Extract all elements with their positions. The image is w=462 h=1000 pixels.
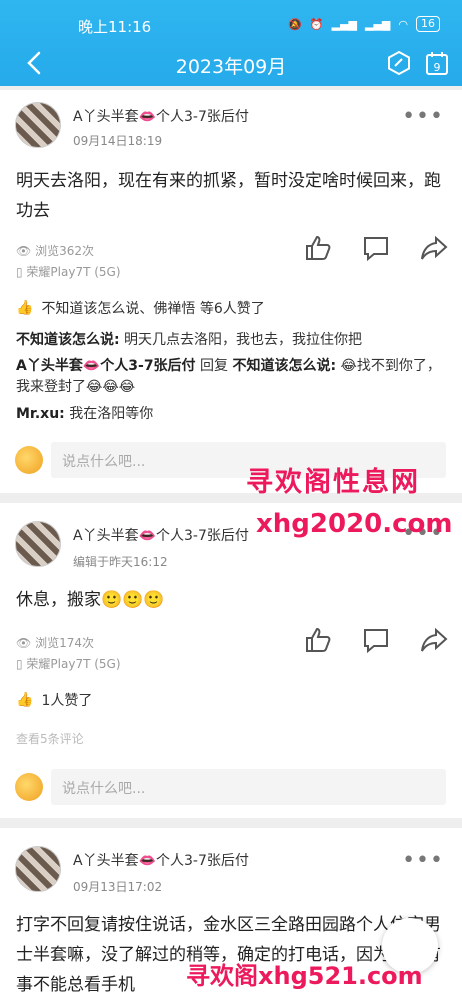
post-card: A丫头半套👄个人3-7张后付 09月14日18:19 ••• 明天去洛阳，现在有… — [0, 90, 462, 498]
share-icon[interactable] — [420, 627, 448, 653]
comment-input[interactable]: 说点什么吧... — [51, 769, 446, 805]
device-info: ▯ 荣耀Play7T (5G) — [16, 657, 121, 671]
svg-text:9: 9 — [434, 61, 441, 74]
comment-text: 明天几点去洛阳，我也去，我拉住你把 — [119, 332, 363, 348]
post-card: A丫头半套👄个人3-7张后付 编辑于昨天16:12 ••• 休息，搬家🙂🙂🙂 👁… — [0, 503, 462, 818]
more-options-icon[interactable]: ••• — [402, 848, 444, 873]
view-count: 👁 浏览362次 — [16, 244, 94, 258]
signal-icon: ▂▄▆ — [331, 17, 357, 31]
comment-reply-target[interactable]: 不知道该怎么说: — [232, 358, 336, 374]
my-avatar — [15, 446, 43, 474]
share-icon[interactable] — [420, 235, 448, 261]
watermark-text: xhg2020.com — [256, 509, 453, 539]
signal-icon-2: ▂▄▆ — [365, 17, 391, 31]
comment-text: 我在洛阳等你 — [64, 406, 154, 422]
comment-author[interactable]: 不知道该怎么说: — [16, 332, 120, 348]
comment-item[interactable]: A丫头半套👄个人3-7张后付 回复 不知道该怎么说: 😂找不到你了，我来登封了😂… — [16, 356, 446, 398]
like-icon[interactable] — [304, 627, 332, 653]
comment-item[interactable]: Mr.xu: 我在洛阳等你 — [16, 404, 446, 425]
calendar-icon[interactable]: 9 — [424, 50, 450, 76]
alarm-icon: ⏰ — [309, 17, 324, 31]
thumb-icon: 👍 — [16, 300, 34, 316]
battery-icon: 16 — [416, 16, 440, 32]
avatar[interactable] — [15, 521, 61, 567]
comment-reply-word: 回复 — [195, 358, 233, 374]
my-avatar — [15, 773, 43, 801]
like-icon[interactable] — [304, 235, 332, 261]
view-count-text: 浏览174次 — [35, 636, 94, 650]
see-more-comments-link[interactable]: 查看5条评论 — [16, 730, 84, 747]
view-count: 👁 浏览174次 — [16, 636, 94, 650]
comment-icon[interactable] — [362, 627, 390, 653]
device-text: 荣耀Play7T (5G) — [26, 265, 121, 279]
nav-bar: 2023年09月 9 — [0, 42, 462, 84]
comment-author[interactable]: Mr.xu: — [16, 406, 65, 422]
likes-text[interactable]: 1人赞了 — [41, 690, 92, 710]
comment-item[interactable]: 不知道该怎么说: 明天几点去洛阳，我也去，我拉住你把 — [16, 330, 446, 351]
more-options-icon[interactable]: ••• — [402, 104, 444, 129]
device-text: 荣耀Play7T (5G) — [26, 657, 121, 671]
status-time: 晚上11:16 — [78, 18, 152, 36]
post-content: 休息，搬家🙂🙂🙂 — [16, 590, 165, 610]
status-icons: 🔕 ⏰ ▂▄▆ ▂▄▆ ◠ 16 — [288, 16, 440, 32]
watermark-text: 寻欢阁xhg521.com — [186, 962, 423, 990]
avatar[interactable] — [15, 846, 61, 892]
thumb-icon: 👍 — [16, 692, 34, 708]
mute-icon: 🔕 — [288, 17, 302, 31]
comment-icon[interactable] — [362, 235, 390, 261]
avatar[interactable] — [15, 102, 61, 148]
watermark-text: 寻欢阁性息网 — [246, 467, 420, 498]
app-header: 晚上11:16 🔕 ⏰ ▂▄▆ ▂▄▆ ◠ 16 2023年09月 9 — [0, 0, 462, 86]
device-info: ▯ 荣耀Play7T (5G) — [16, 265, 121, 279]
wifi-icon: ◠ — [398, 17, 408, 31]
post-content: 明天去洛阳，现在有来的抓紧，暂时没定啥时候回来，跑功去 — [16, 171, 441, 221]
hexagon-icon[interactable] — [386, 50, 412, 76]
post-time: 09月13日17:02 — [73, 880, 163, 894]
view-count-text: 浏览362次 — [35, 244, 94, 258]
likes-row: 👍 1人赞了 — [16, 690, 92, 710]
post-time: 09月14日18:19 — [73, 134, 163, 148]
comment-author[interactable]: A丫头半套👄个人3-7张后付 — [16, 358, 196, 374]
post-username[interactable]: A丫头半套👄个人3-7张后付 — [73, 525, 249, 545]
status-bar: 晚上11:16 🔕 ⏰ ▂▄▆ ▂▄▆ ◠ 16 — [0, 0, 462, 40]
post-username[interactable]: A丫头半套👄个人3-7张后付 — [73, 850, 249, 870]
likes-text[interactable]: 不知道该怎么说、佛禅悟 等6人赞了 — [41, 298, 264, 318]
likes-row: 👍 不知道该怎么说、佛禅悟 等6人赞了 — [16, 298, 265, 318]
post-username[interactable]: A丫头半套👄个人3-7张后付 — [73, 106, 249, 126]
post-time: 编辑于昨天16:12 — [73, 555, 168, 569]
